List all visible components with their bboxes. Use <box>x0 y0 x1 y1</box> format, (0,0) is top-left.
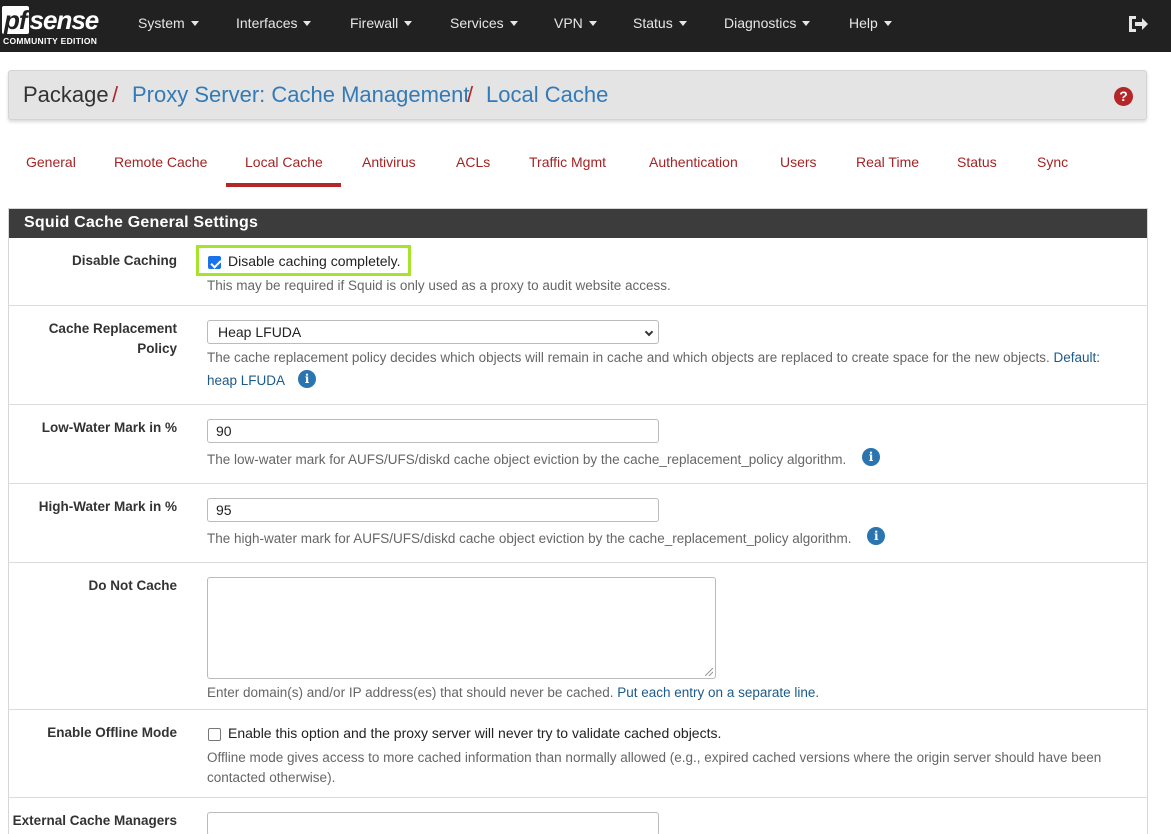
tab-general[interactable]: General <box>26 154 76 170</box>
nav-firewall[interactable]: Firewall <box>350 15 413 31</box>
low-water-input[interactable]: 90 <box>207 419 659 443</box>
row-divider <box>8 305 1148 306</box>
logo-wordmark: pf sense <box>2 5 99 35</box>
high-water-label: High-Water Mark in % <box>38 499 177 514</box>
disable-caching-option[interactable]: Disable caching completely. <box>228 253 401 269</box>
do-not-cache-label: Do Not Cache <box>88 578 177 593</box>
tab-local-cache[interactable]: Local Cache <box>245 154 323 170</box>
nav-vpn[interactable]: VPN <box>554 15 597 31</box>
pfsense-logo[interactable]: pf sense COMMUNITY EDITION <box>2 6 110 46</box>
row-divider <box>8 404 1148 405</box>
tab-real-time[interactable]: Real Time <box>856 154 919 170</box>
tab-traffic-mgmt[interactable]: Traffic Mgmt <box>529 154 606 170</box>
high-water-help: The high-water mark for AUFS/UFS/diskd c… <box>207 527 886 549</box>
row-divider <box>8 709 1148 710</box>
nav-interfaces[interactable]: Interfaces <box>236 15 312 31</box>
breadcrumb-separator: / <box>467 82 474 107</box>
panel-heading: Squid Cache General Settings <box>9 209 1147 238</box>
offline-mode-label: Enable Offline Mode <box>47 725 177 740</box>
tab-status[interactable]: Status <box>957 154 997 170</box>
low-water-label: Low-Water Mark in % <box>41 420 177 435</box>
offline-mode-help-line2: contacted otherwise). <box>207 770 336 785</box>
tab-acls[interactable]: ACLs <box>456 154 490 170</box>
tab-antivirus[interactable]: Antivirus <box>362 154 416 170</box>
info-icon[interactable]: i <box>867 527 886 545</box>
row-divider <box>8 562 1148 563</box>
info-icon[interactable]: i <box>862 448 881 466</box>
disable-caching-label: Disable Caching <box>71 253 177 268</box>
tab-users[interactable]: Users <box>780 154 817 170</box>
low-water-help: The low-water mark for AUFS/UFS/diskd ca… <box>207 448 881 470</box>
replacement-policy-help: The cache replacement policy decides whi… <box>207 350 1100 365</box>
disable-caching-checkbox[interactable] <box>208 256 221 269</box>
replacement-policy-label: Cache Replacement Policy <box>48 321 177 356</box>
nav-status[interactable]: Status <box>633 15 687 31</box>
chevron-down-icon <box>644 327 654 337</box>
offline-mode-help-line1: Offline mode gives access to more cached… <box>207 750 1102 765</box>
resize-handle-icon[interactable] <box>705 668 713 676</box>
replacement-policy-select[interactable]: Heap LFUDA <box>207 320 659 344</box>
offline-mode-option[interactable]: Enable this option and the proxy server … <box>228 725 721 741</box>
caret-down-icon <box>802 20 811 26</box>
external-managers-input[interactable] <box>207 812 659 834</box>
caret-down-icon <box>190 20 199 26</box>
separate-line-note: Put each entry on a separate line. <box>617 685 820 700</box>
tab-authentication[interactable]: Authentication <box>649 154 738 170</box>
caret-down-icon <box>678 20 687 26</box>
row-divider <box>8 797 1148 798</box>
caret-down-icon <box>509 20 518 26</box>
offline-mode-checkbox[interactable] <box>208 728 221 741</box>
external-managers-label: External Cache Managers <box>12 813 177 828</box>
do-not-cache-textarea[interactable] <box>207 577 716 679</box>
row-divider <box>8 483 1148 484</box>
breadcrumb-proxy-server[interactable]: Proxy Server: Cache Management <box>132 82 470 108</box>
replacement-policy-default: heap LFUDA i <box>207 370 317 391</box>
nav-services[interactable]: Services <box>450 15 518 31</box>
question-circle-icon[interactable]: ? <box>1114 87 1133 106</box>
nav-help[interactable]: Help <box>849 15 892 31</box>
active-tab-indicator <box>226 183 341 187</box>
sign-out-icon[interactable] <box>1127 14 1149 34</box>
nav-diagnostics[interactable]: Diagnostics <box>724 15 811 31</box>
tab-sync[interactable]: Sync <box>1037 154 1068 170</box>
top-navbar: pf sense COMMUNITY EDITION System Interfa… <box>0 0 1171 52</box>
breadcrumb: Package / Proxy Server: Cache Management… <box>8 70 1147 120</box>
default-prefix: Default: <box>1053 350 1100 365</box>
caret-down-icon <box>303 20 312 26</box>
default-value: heap LFUDA <box>207 373 285 388</box>
breadcrumb-separator: / <box>112 82 119 107</box>
breadcrumb-local-cache[interactable]: Local Cache <box>486 82 608 108</box>
disable-caching-help: This may be required if Squid is only us… <box>207 278 671 293</box>
high-water-input[interactable]: 95 <box>207 498 659 522</box>
breadcrumb-package: Package <box>23 82 109 107</box>
tab-remote-cache[interactable]: Remote Cache <box>114 154 207 170</box>
logo-edition: COMMUNITY EDITION <box>3 36 98 46</box>
caret-down-icon <box>883 20 892 26</box>
panel-title: Squid Cache General Settings <box>24 214 259 231</box>
caret-down-icon <box>404 20 413 26</box>
nav-system[interactable]: System <box>138 15 199 31</box>
info-icon[interactable]: i <box>298 370 317 388</box>
do-not-cache-help: Enter domain(s) and/or IP address(es) th… <box>207 685 820 700</box>
caret-down-icon <box>588 20 597 26</box>
